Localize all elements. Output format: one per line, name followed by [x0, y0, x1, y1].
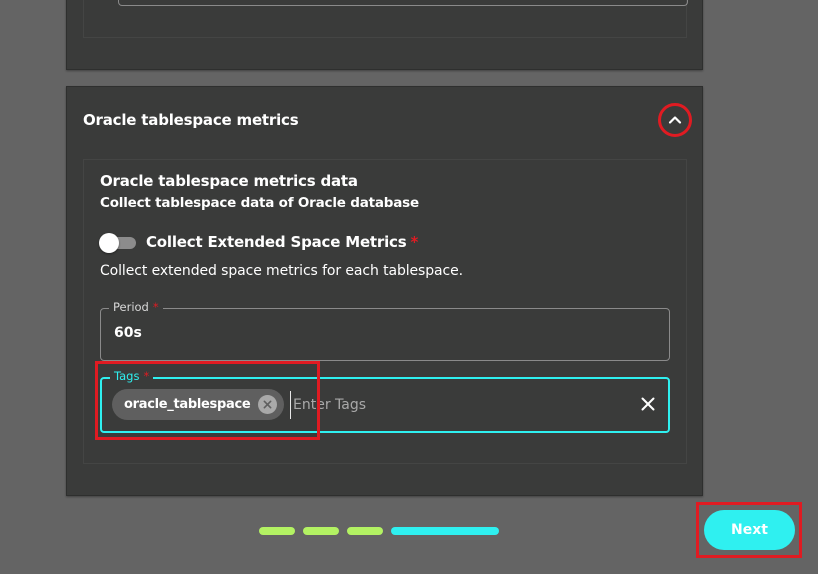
required-marker: *	[143, 369, 150, 383]
period-field[interactable]: Period * 60s	[100, 300, 670, 361]
progress-step-3	[347, 527, 383, 535]
toggle-label: Collect Extended Space Metrics *	[146, 233, 418, 251]
metrics-data-section: Oracle tablespace metrics data Collect t…	[83, 159, 687, 464]
section-subtitle: Collect tablespace data of Oracle databa…	[100, 195, 419, 211]
section-title: Oracle tablespace metrics data	[100, 172, 358, 190]
period-label: Period *	[109, 300, 163, 314]
collapse-button[interactable]	[658, 103, 692, 137]
required-marker: *	[410, 233, 419, 251]
oracle-tablespace-panel: Oracle tablespace metrics Oracle tablesp…	[66, 86, 703, 496]
required-marker: *	[152, 300, 159, 314]
tags-label: Tags *	[110, 369, 154, 383]
close-icon[interactable]	[640, 396, 656, 412]
next-button[interactable]: Next	[704, 510, 795, 550]
close-circle-icon[interactable]	[258, 395, 278, 414]
progress-step-1	[259, 527, 295, 535]
panel-title: Oracle tablespace metrics	[83, 111, 299, 129]
toggle-description: Collect extended space metrics for each …	[100, 263, 463, 279]
tag-chip: oracle_tablespace	[112, 389, 285, 420]
previous-section	[83, 0, 688, 38]
chevron-up-icon	[668, 116, 682, 124]
tags-field[interactable]: Tags * oracle_tablespace	[100, 369, 670, 433]
progress-step-4	[391, 527, 499, 535]
progress-step-2	[303, 527, 339, 535]
toggle-knob	[99, 233, 119, 253]
tags-input[interactable]	[290, 391, 610, 419]
extended-space-metrics-toggle[interactable]	[99, 233, 136, 253]
period-value[interactable]: 60s	[114, 325, 142, 341]
tag-chip-label: oracle_tablespace	[124, 397, 251, 412]
period-label-text: Period	[113, 300, 149, 314]
toggle-label-text: Collect Extended Space Metrics	[146, 233, 407, 251]
tags-label-text: Tags	[114, 369, 140, 383]
previous-metrics-panel	[66, 0, 703, 70]
previous-field[interactable]	[118, 0, 688, 6]
